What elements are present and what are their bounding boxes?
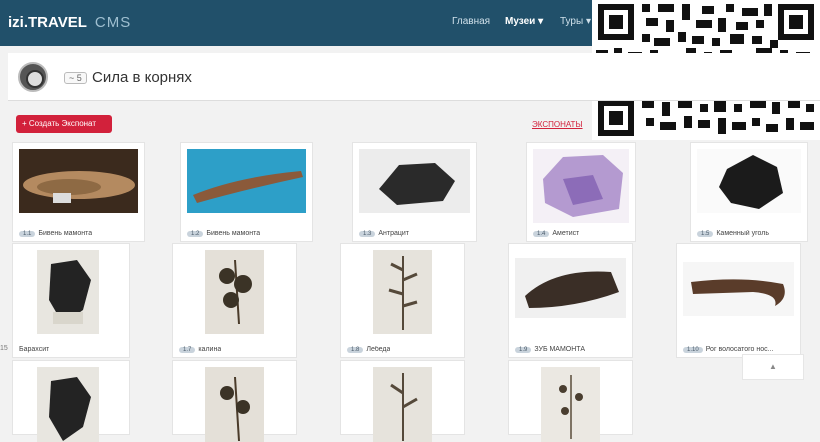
exhibit-label: 1.8 Лебеда	[347, 346, 390, 353]
exhibit-thumbnail	[533, 149, 629, 223]
page-title: Сила в корнях	[92, 69, 192, 86]
exhibit-label: 1.10 Рог волосатого нос...	[683, 346, 773, 353]
nav-home[interactable]: Главная	[452, 16, 490, 27]
exhibit-thumbnail	[373, 367, 432, 442]
exhibit-thumbnail	[37, 367, 99, 442]
exhibit-thumbnail	[697, 149, 801, 213]
exhibit-name: ЗУБ МАМОНТА	[534, 346, 586, 353]
exhibit-number: 1.1	[19, 231, 36, 237]
language-badge[interactable]: ~ 5	[64, 72, 87, 84]
exhibit-label: 1.5 Каменный уголь	[697, 230, 769, 237]
exhibit-card[interactable]	[172, 360, 297, 442]
exhibit-thumbnail	[683, 262, 794, 316]
exhibit-label: 1.1 Бивень мамонта	[19, 230, 92, 237]
exhibit-card[interactable]: 1.3 Антрацит	[352, 142, 477, 242]
exhibit-name: Барахсит	[19, 346, 50, 353]
exhibit-name: Бивень мамонта	[206, 230, 261, 237]
exhibit-number: 1.8	[347, 347, 364, 353]
brand-logo[interactable]: izi.TRAVEL CMS	[8, 14, 131, 31]
brand-suffix: CMS	[94, 14, 132, 31]
exhibit-card[interactable]: Барахсит	[12, 243, 130, 358]
exhibit-label: 1.4 Аметист	[533, 230, 579, 237]
exhibit-name: Антрацит	[378, 230, 409, 237]
exhibit-card[interactable]: 1.2 Бивень мамонта	[180, 142, 313, 242]
exhibit-card[interactable]: 1.8 Лебеда	[340, 243, 465, 358]
exhibit-card[interactable]	[508, 360, 633, 442]
exhibit-thumbnail	[19, 149, 138, 213]
exhibit-thumbnail	[37, 250, 99, 334]
side-marker: 15	[0, 345, 8, 352]
brand-name: izi.TRAVEL	[8, 14, 87, 31]
exhibit-card[interactable]	[12, 360, 130, 442]
scroll-up-button[interactable]: ▲	[742, 354, 804, 380]
exhibit-card[interactable]	[340, 360, 465, 442]
exhibit-card[interactable]: 1.7 калина	[172, 243, 297, 358]
exhibit-thumbnail	[205, 250, 264, 334]
exhibit-number: 1.3	[359, 231, 376, 237]
exhibit-thumbnail	[541, 367, 600, 442]
exhibit-card[interactable]: 1.4 Аметист	[526, 142, 636, 242]
nav-museums[interactable]: Музеи ▾	[505, 16, 543, 27]
exhibit-label: 1.3 Антрацит	[359, 230, 409, 237]
exhibit-label: Барахсит	[19, 346, 49, 353]
exhibit-thumbnail	[373, 250, 432, 334]
exhibit-thumbnail	[359, 149, 470, 213]
exhibit-number: 1.4	[533, 231, 550, 237]
exhibit-name: Бивень мамонта	[38, 230, 93, 237]
exhibit-card[interactable]: 1.9 ЗУБ МАМОНТА	[508, 243, 633, 358]
exhibit-number: 1.7	[179, 347, 196, 353]
exhibit-name: калина	[198, 346, 222, 353]
exhibit-card[interactable]: 1.1 Бивень мамонта	[12, 142, 145, 242]
exhibit-number: 1.2	[187, 231, 204, 237]
exhibit-label: 1.7 калина	[179, 346, 221, 353]
exhibit-thumbnail	[187, 149, 306, 213]
museum-header: ~ 5 Сила в корнях	[8, 53, 820, 101]
exhibit-name: Лебеда	[366, 346, 391, 353]
exhibits-link[interactable]: ЭКСПОНАТЫ	[532, 120, 583, 129]
exhibit-name: Рог волосатого нос...	[705, 346, 774, 353]
museum-logo-icon	[18, 62, 48, 92]
exhibit-card[interactable]: 1.5 Каменный уголь	[690, 142, 808, 242]
nav-tours[interactable]: Туры ▾	[560, 16, 591, 27]
exhibit-card[interactable]: 1.10 Рог волосатого нос...	[676, 243, 801, 358]
exhibit-name: Каменный уголь	[716, 230, 770, 237]
exhibit-name: Аметист	[552, 230, 580, 237]
exhibit-thumbnail	[205, 367, 264, 442]
exhibit-thumbnail	[515, 258, 626, 318]
exhibit-number: 1.10	[683, 347, 703, 353]
create-exhibit-button[interactable]: + Создать Экспонат	[16, 115, 112, 133]
exhibit-number: 1.5	[697, 231, 714, 237]
exhibit-label: 1.2 Бивень мамонта	[187, 230, 260, 237]
exhibit-number: 1.9	[515, 347, 532, 353]
exhibit-label: 1.9 ЗУБ МАМОНТА	[515, 346, 585, 353]
